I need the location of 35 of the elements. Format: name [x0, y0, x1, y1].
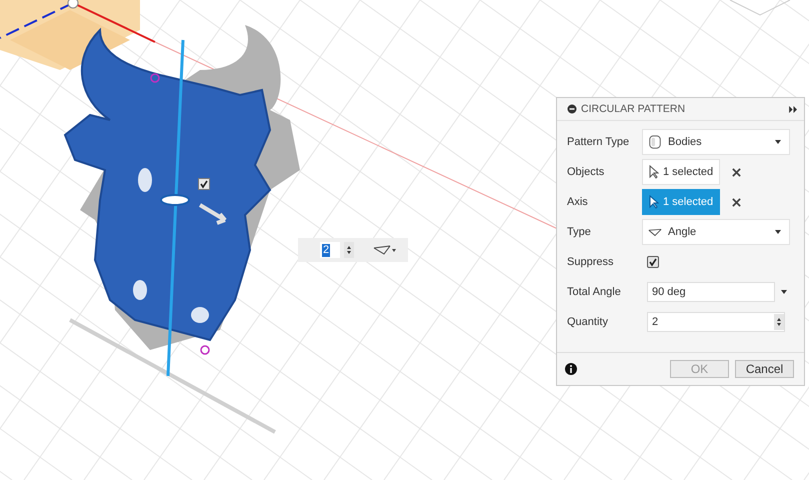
selection-button[interactable]: 1 selected [642, 159, 720, 185]
field-label: Suppress [567, 256, 614, 268]
clear-icon[interactable] [732, 198, 741, 206]
spinner-arrows-icon[interactable] [344, 242, 354, 258]
angle-dropdown-icon[interactable] [372, 244, 396, 256]
info-icon[interactable] [565, 363, 577, 375]
suppress-checkbox[interactable] [198, 178, 210, 190]
collapse-icon[interactable] [567, 104, 577, 114]
bull-head-body-drawing[interactable] [64, 29, 271, 341]
caret-icon [775, 140, 781, 144]
field-label: Total Angle [567, 286, 622, 298]
field-label: Type [567, 226, 592, 238]
dropdown[interactable]: Bodies [642, 129, 790, 155]
rotation-handle[interactable] [160, 194, 190, 206]
field-label: Quantity [567, 316, 609, 328]
point-marker [150, 73, 160, 83]
cursor-icon [649, 195, 659, 209]
quantity-input[interactable]: 2 [320, 242, 340, 258]
field-label: Axis [567, 196, 589, 208]
body-icon [648, 135, 662, 149]
dialog-title: CIRCULAR PATTERN [581, 103, 686, 115]
dropdown[interactable]: Angle [642, 219, 790, 245]
cancel-button[interactable]: Cancel [735, 360, 794, 378]
angle-input[interactable]: 90 deg [647, 282, 775, 302]
suppress-checkbox[interactable] [647, 256, 659, 268]
field-label: Pattern Type [567, 136, 630, 148]
expand-icon[interactable] [789, 106, 798, 112]
quantity-input[interactable]: 2 [647, 312, 785, 332]
caret-icon[interactable] [781, 290, 787, 294]
clear-icon[interactable] [732, 168, 741, 176]
arrow-handle[interactable] [198, 203, 227, 225]
caret-icon [775, 230, 781, 234]
field-label: Objects [567, 166, 606, 178]
point-marker [200, 345, 210, 355]
cursor-icon [649, 165, 659, 179]
